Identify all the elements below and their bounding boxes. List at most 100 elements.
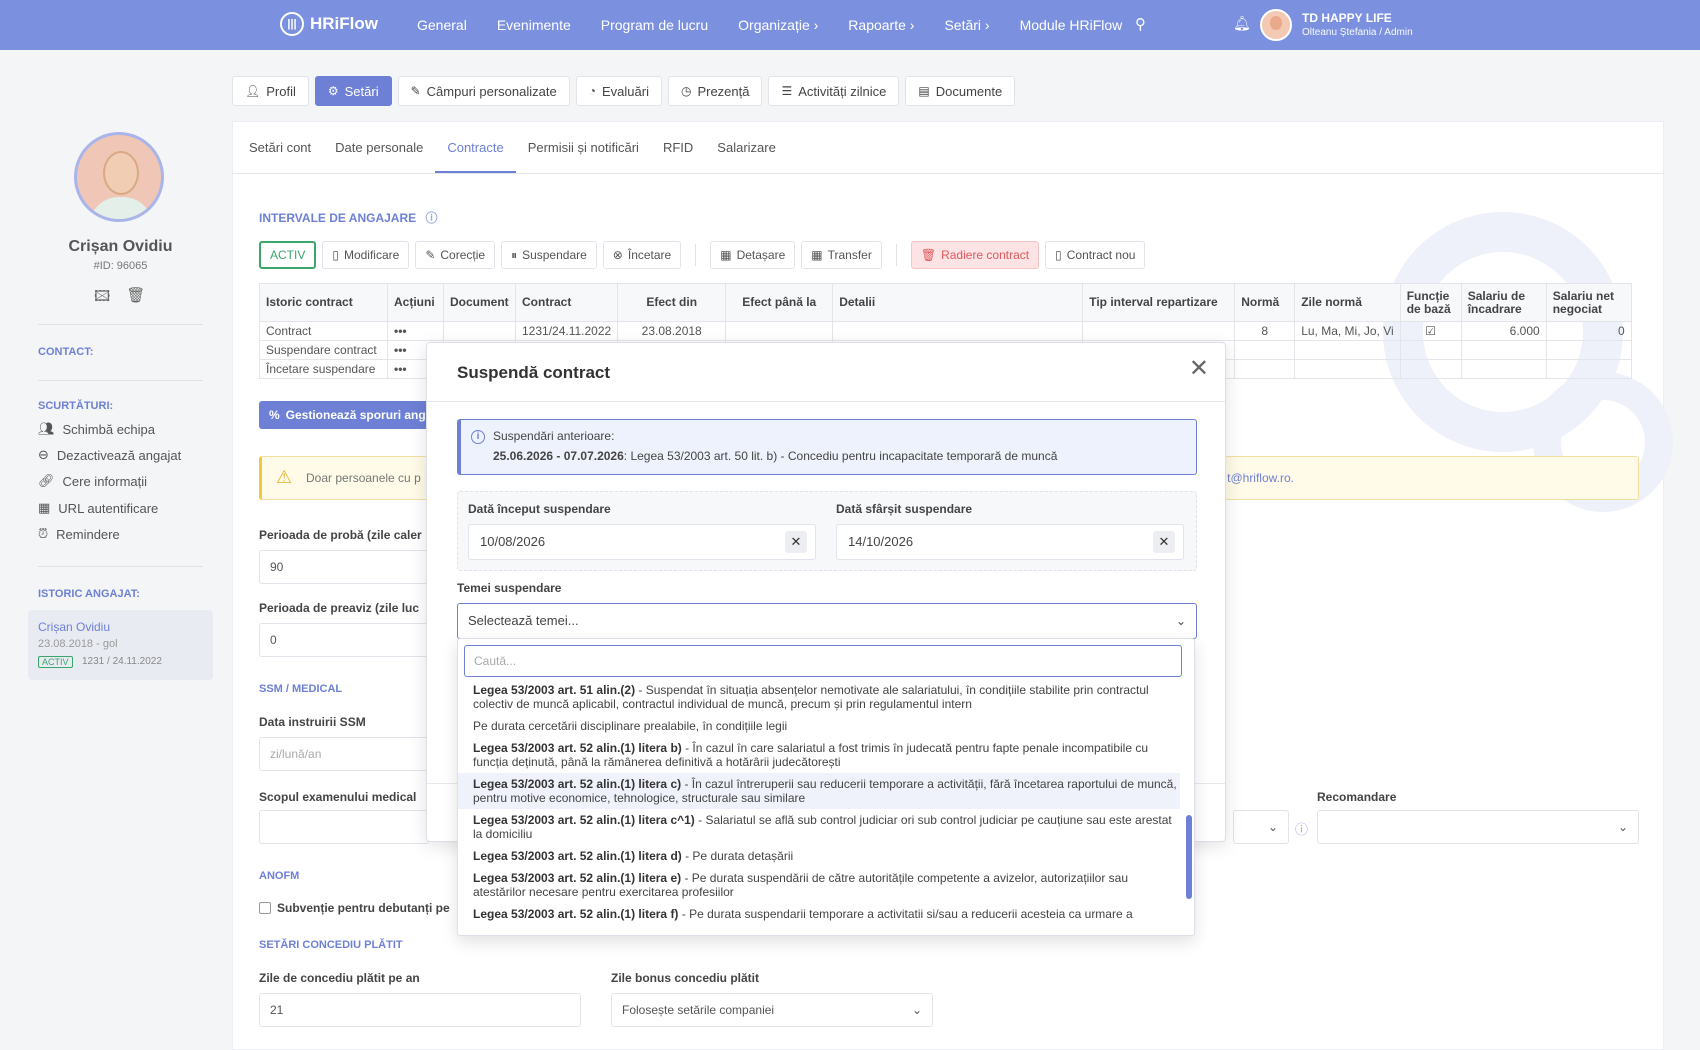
file-icon: ▯ [332,248,339,262]
subtab-salarizare[interactable]: Salarizare [705,122,788,173]
user-avatar[interactable] [1260,9,1292,41]
edit-icon: ✎ [410,84,421,98]
info-icon[interactable]: ⓘ [1295,819,1308,838]
list-icon: ☰ [781,84,793,98]
nav-rapoarte[interactable]: Rapoarte › [833,17,929,33]
top-navbar: ||| HRiFlow General Evenimente Program d… [0,0,1700,50]
nav-general[interactable]: General [402,17,482,33]
image-icon[interactable]: 🖾 [94,286,110,311]
nav-setari[interactable]: Setări › [929,17,1004,33]
shortcut-reminders[interactable]: ⏰︎ Remindere [38,526,120,542]
dropdown-scrollbar[interactable] [1186,815,1192,899]
info-icon[interactable]: ⓘ [425,211,437,225]
nav-organizatie[interactable]: Organizație › [723,17,833,33]
detasare-button[interactable]: ▦ Detașare [710,241,796,269]
probation-input[interactable]: 90 [259,550,429,584]
list-item[interactable]: Legea 53/2003 art. 52 alin.(1) litera f)… [458,903,1180,925]
subtab-setari-cont[interactable]: Setări cont [237,122,323,173]
incetare-button[interactable]: ⊗ Încetare [602,241,682,269]
support-email-link[interactable]: t@hriflow.ro. [1227,471,1294,485]
brand-name: HRiFlow [310,14,378,33]
shortcut-auth-url[interactable]: ▦ URL autentificare [38,500,158,516]
list-item[interactable]: Legea 53/2003 art. 51 alin.(2) - Suspend… [458,679,1180,715]
close-icon[interactable]: ✕ [1189,357,1209,381]
end-date-input[interactable]: 14/10/2026 ✕ [836,524,1184,560]
ssm-date-input[interactable]: zi/lună/an [259,737,429,771]
link-icon: 🔗︎ [38,473,55,488]
shortcuts-heading: SCURTĂTURI: [38,400,114,412]
list-item[interactable]: Legea 53/2003 art. 52 alin.(1) litera d)… [458,845,1180,867]
row-actions-menu[interactable]: ••• [387,321,444,341]
col-salariu: Salariu de încadrare [1460,283,1547,322]
suspension-dates: Dată început suspendare 10/08/2026 ✕ Dat… [457,491,1197,571]
subsidy-checkbox[interactable] [259,902,271,914]
tab-campuri[interactable]: ✎ Câmpuri personalizate [397,76,570,106]
medical-purpose-select[interactable] [259,810,429,844]
suspendare-button[interactable]: ⏸︎ Suspendare [501,241,597,269]
shortcut-deactivate[interactable]: ⊖ Dezactivează angajat [38,447,181,463]
start-date-input[interactable]: 10/08/2026 ✕ [468,524,816,560]
modal-title: Suspendă contract [457,363,611,382]
temei-dropdown: Caută... Legea 53/2003 art. 51 alin.(2) … [457,638,1195,936]
chevron-down-icon: ⌄ [1267,820,1278,834]
tab-activitati[interactable]: ☰ Activități zilnice [768,76,900,106]
pencil-icon: ✎ [425,248,436,262]
brand-logo[interactable]: ||| HRiFlow [280,12,378,36]
tab-evaluari[interactable]: ◔ Evaluări [575,76,662,106]
col-functie: Funcție de bază [1399,283,1462,322]
contract-link[interactable]: 1231/24.11.2022 [514,321,619,341]
list-item[interactable]: Legea 53/2003 art. 52 alin.(1) litera c)… [458,773,1180,809]
select-chevron[interactable]: ⌄ [1233,810,1289,844]
list-item[interactable]: Legea 53/2003 art. 52 alin.(1) litera b)… [458,737,1180,773]
tab-prezenta[interactable]: ◷ Prezență [667,76,763,106]
notice-input[interactable]: 0 [259,623,429,657]
temei-options: Legea 53/2003 art. 51 alin.(2) - Suspend… [458,679,1180,925]
tab-setari[interactable]: ⚙ Setări [314,76,392,106]
search-icon[interactable]: ⚲ [1135,15,1146,33]
corectie-button[interactable]: ✎ Corecție [415,241,496,269]
alarm-icon: ⏰︎ [38,526,49,541]
company-name[interactable]: TD HAPPY LIFE [1302,11,1392,25]
bell-icon[interactable]: 🔔︎ [1233,15,1251,32]
logo-icon: ||| [280,12,304,36]
leave-settings-title: SETĂRI CONCEDIU PLĂTIT [259,939,403,951]
temei-select[interactable]: Selectează temei... ⌄ [457,603,1197,639]
col-actiuni: Acțiuni [387,283,444,322]
status-badge: ACTIV [259,241,317,269]
subtab-permisii[interactable]: Permisii și notificări [516,122,651,173]
radiere-button[interactable]: 🗑 Radiere contract [910,241,1040,269]
nav-evenimente[interactable]: Evenimente [482,17,586,33]
new-contract-button[interactable]: ▯ Contract nou [1045,241,1146,269]
trash-icon[interactable]: 🗑 [126,286,145,311]
clear-icon[interactable]: ✕ [1153,531,1175,553]
list-item[interactable]: Legea 53/2003 art. 52 alin.(1) litera e)… [458,867,1180,903]
bonus-leave-select[interactable]: Folosește setările companiei ⌄ [611,993,933,1027]
modificare-button[interactable]: ▯ Modificare [322,241,410,269]
transfer-button[interactable]: ▦ Transfer [801,241,882,269]
history-name[interactable]: Crișan Ovidiu [38,620,110,634]
nav-module[interactable]: Module HRiFlow [1005,17,1138,33]
manage-bonuses-button[interactable]: %Gestionează sporuri angajat [259,401,429,429]
col-norma: Normă [1234,283,1296,322]
subtab-contracte[interactable]: Contracte [435,122,516,173]
clock-icon: ◷ [680,84,692,98]
table-row: Contract ••• 1231/24.11.2022 23.08.2018 … [259,321,1632,341]
col-zile-norma: Zile normă [1294,283,1401,322]
recommendation-select[interactable]: ⌄ [1317,810,1639,844]
shortcut-request-info[interactable]: 🔗︎ Cere informații [38,473,147,489]
list-item[interactable]: Legea 53/2003 art. 52 alin.(1) litera c^… [458,809,1180,845]
annual-leave-input[interactable]: 21 [259,993,581,1027]
clear-icon[interactable]: ✕ [785,531,807,553]
nav-program[interactable]: Program de lucru [586,17,723,33]
profile-tabs: 👤︎ Profil ⚙ Setări ✎ Câmpuri personalizate … [232,76,1016,106]
dropdown-search-input[interactable]: Caută... [464,645,1182,677]
shortcut-change-team[interactable]: 👥︎ Schimbă echipa [38,421,155,437]
tab-documente[interactable]: ▤ Documente [905,76,1016,106]
subtab-date-personale[interactable]: Date personale [323,122,435,173]
list-item[interactable]: Pe durata cercetării disciplinare preala… [458,715,1180,737]
subtab-rfid[interactable]: RFID [651,122,705,173]
tab-profil[interactable]: 👤︎ Profil [232,76,309,106]
chevron-down-icon: ⌄ [1175,614,1186,628]
nav-menu: General Evenimente Program de lucru Orga… [402,0,1137,50]
history-card[interactable]: Crișan Ovidiu 23.08.2018 - gol ACTIV 123… [28,610,213,680]
